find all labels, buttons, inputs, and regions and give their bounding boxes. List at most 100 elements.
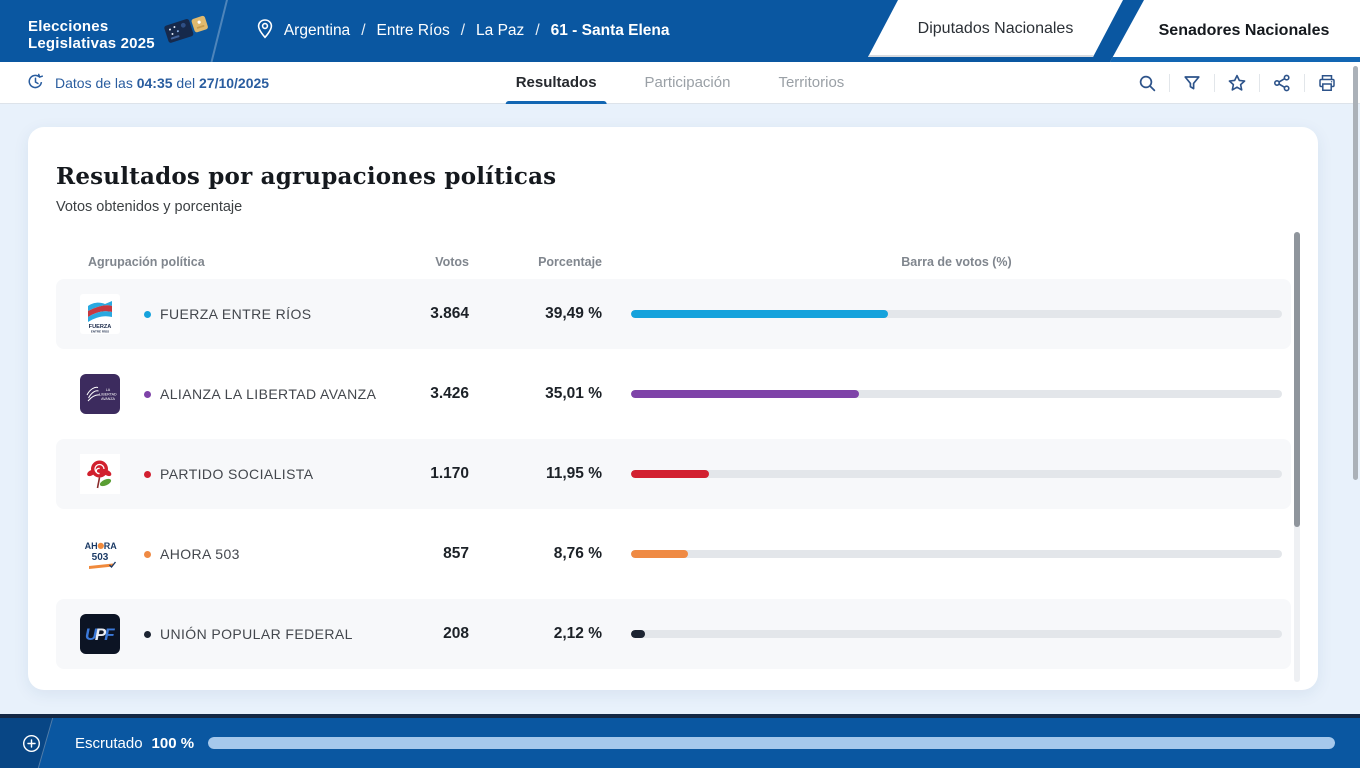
vote-bar	[602, 470, 1282, 478]
tab-senadores-label: Senadores Nacionales	[1159, 22, 1330, 40]
party-name: UNIÓN POPULAR FEDERAL	[160, 626, 353, 642]
party-logo: AH RA503	[80, 534, 120, 574]
party-percentage: 35,01 %	[469, 385, 602, 403]
page-scrollbar-thumb[interactable]	[1353, 66, 1358, 480]
vote-bar-track	[631, 550, 1282, 558]
party-percentage: 8,76 %	[469, 545, 602, 563]
clock-refresh-icon	[26, 72, 45, 94]
app-logo: Elecciones Legislativas 2025	[0, 6, 217, 57]
svg-text:AH: AH	[85, 541, 98, 551]
escrutado-value: 100 %	[152, 735, 195, 752]
vote-bar-track	[631, 470, 1282, 478]
toolbar-divider	[1259, 74, 1260, 92]
party-percentage: 11,95 %	[469, 465, 602, 483]
svg-text:RA: RA	[104, 541, 117, 551]
card-subtitle: Votos obtenidos y porcentaje	[56, 199, 1291, 215]
vote-bar-track	[631, 390, 1282, 398]
breadcrumb-separator: /	[535, 22, 539, 40]
party-name: ALIANZA LA LIBERTAD AVANZA	[160, 386, 376, 402]
data-timestamp: Datos de las 04:35 del 27/10/2025	[26, 72, 269, 94]
vote-bar-track	[631, 630, 1282, 638]
vote-bar-fill	[631, 630, 645, 638]
escrutado-progress-fill	[208, 737, 1335, 749]
location-pin-icon	[255, 17, 275, 46]
results-rows: FUERZAENTRE RÍOS FUERZA ENTRE RÍOS 3.864…	[56, 279, 1291, 669]
col-header-votes: Votos	[394, 255, 469, 269]
party-votes: 1.170	[394, 465, 469, 483]
escrutado-status: Escrutado 100 %	[75, 735, 194, 752]
party-logo: UPF	[80, 614, 120, 654]
party-votes: 857	[394, 545, 469, 563]
party-logo: LALIBERTADAVANZA	[80, 374, 120, 414]
party-color-dot	[144, 391, 151, 398]
app-header: Elecciones Legislativas 2025	[0, 0, 1360, 62]
col-header-bar: Barra de votos (%)	[602, 255, 1282, 269]
party-color-dot	[144, 311, 151, 318]
escrutado-label: Escrutado	[75, 735, 143, 752]
party-name: AHORA 503	[160, 546, 240, 562]
search-icon[interactable]	[1136, 72, 1158, 94]
vote-bar-fill	[631, 470, 709, 478]
table-row[interactable]: LALIBERTADAVANZA ALIANZA LA LIBERTAD AVA…	[56, 359, 1291, 429]
card-scrollbar-thumb[interactable]	[1294, 232, 1300, 527]
vote-bar	[602, 550, 1282, 558]
vote-bar-fill	[631, 550, 688, 558]
breadcrumb: Argentina / Entre Ríos / La Paz / 61 - S…	[255, 17, 670, 46]
breadcrumb-item-department[interactable]: La Paz	[476, 22, 524, 40]
ballot-cards-icon	[159, 10, 217, 57]
app-logo-text: Elecciones Legislativas 2025	[28, 6, 155, 53]
party-logo	[80, 454, 120, 494]
vote-bar	[602, 390, 1282, 398]
results-card: Resultados por agrupaciones políticas Vo…	[28, 127, 1318, 690]
svg-text:LIBERTAD: LIBERTAD	[99, 393, 117, 397]
tab-participacion[interactable]: Participación	[639, 62, 737, 104]
main-content: Resultados por agrupaciones políticas Vo…	[0, 104, 1360, 690]
breadcrumb-separator: /	[361, 22, 365, 40]
subheader-bar: Datos de las 04:35 del 27/10/2025 Result…	[0, 62, 1360, 104]
svg-text:503: 503	[92, 552, 109, 563]
breadcrumb-item-province[interactable]: Entre Ríos	[377, 22, 450, 40]
footer-bar: Escrutado 100 %	[0, 718, 1360, 768]
print-icon[interactable]	[1316, 72, 1338, 94]
table-row[interactable]: PARTIDO SOCIALISTA 1.170 11,95 %	[56, 439, 1291, 509]
card-scrollbar-track[interactable]	[1294, 232, 1300, 682]
tab-diputados-label: Diputados Nacionales	[918, 20, 1074, 38]
view-tabs: Resultados Participación Territorios	[510, 62, 851, 104]
share-icon[interactable]	[1271, 72, 1293, 94]
party-name: PARTIDO SOCIALISTA	[160, 466, 313, 482]
party-color-dot	[144, 631, 151, 638]
table-header-row: Agrupación política Votos Porcentaje Bar…	[56, 245, 1291, 279]
col-header-party: Agrupación política	[80, 255, 394, 269]
toolbar-divider	[1169, 74, 1170, 92]
svg-text:ENTRE RÍOS: ENTRE RÍOS	[91, 328, 109, 333]
favorite-star-icon[interactable]	[1226, 72, 1248, 94]
breadcrumb-current-locality: 61 - Santa Elena	[551, 22, 670, 40]
tab-diputados-nacionales[interactable]: Diputados Nacionales	[868, 0, 1123, 57]
breadcrumb-item-country[interactable]: Argentina	[284, 22, 350, 40]
col-header-percentage: Porcentaje	[469, 255, 602, 269]
table-row[interactable]: UPF UNIÓN POPULAR FEDERAL 208 2,12 %	[56, 599, 1291, 669]
tab-senadores-nacionales[interactable]: Senadores Nacionales	[1110, 0, 1360, 62]
vote-bar-track	[631, 310, 1282, 318]
svg-text:LA: LA	[106, 388, 111, 392]
svg-text:F: F	[104, 625, 115, 644]
party-logo: FUERZAENTRE RÍOS	[80, 294, 120, 334]
party-color-dot	[144, 551, 151, 558]
party-name: FUERZA ENTRE RÍOS	[160, 306, 311, 322]
tab-territorios[interactable]: Territorios	[772, 62, 850, 104]
vote-bar-fill	[631, 310, 888, 318]
party-votes: 3.426	[394, 385, 469, 403]
vote-bar	[602, 310, 1282, 318]
card-title: Resultados por agrupaciones políticas	[56, 163, 1291, 190]
toolbar	[1136, 72, 1338, 94]
toolbar-divider	[1304, 74, 1305, 92]
results-table: Agrupación política Votos Porcentaje Bar…	[56, 245, 1291, 669]
party-color-dot	[144, 471, 151, 478]
party-votes: 208	[394, 625, 469, 643]
filter-icon[interactable]	[1181, 72, 1203, 94]
table-row[interactable]: FUERZAENTRE RÍOS FUERZA ENTRE RÍOS 3.864…	[56, 279, 1291, 349]
svg-text:AVANZA: AVANZA	[101, 397, 115, 401]
expand-plus-icon[interactable]	[22, 734, 41, 753]
tab-resultados[interactable]: Resultados	[510, 62, 603, 104]
table-row[interactable]: AH RA503 AHORA 503 857 8,76 %	[56, 519, 1291, 589]
